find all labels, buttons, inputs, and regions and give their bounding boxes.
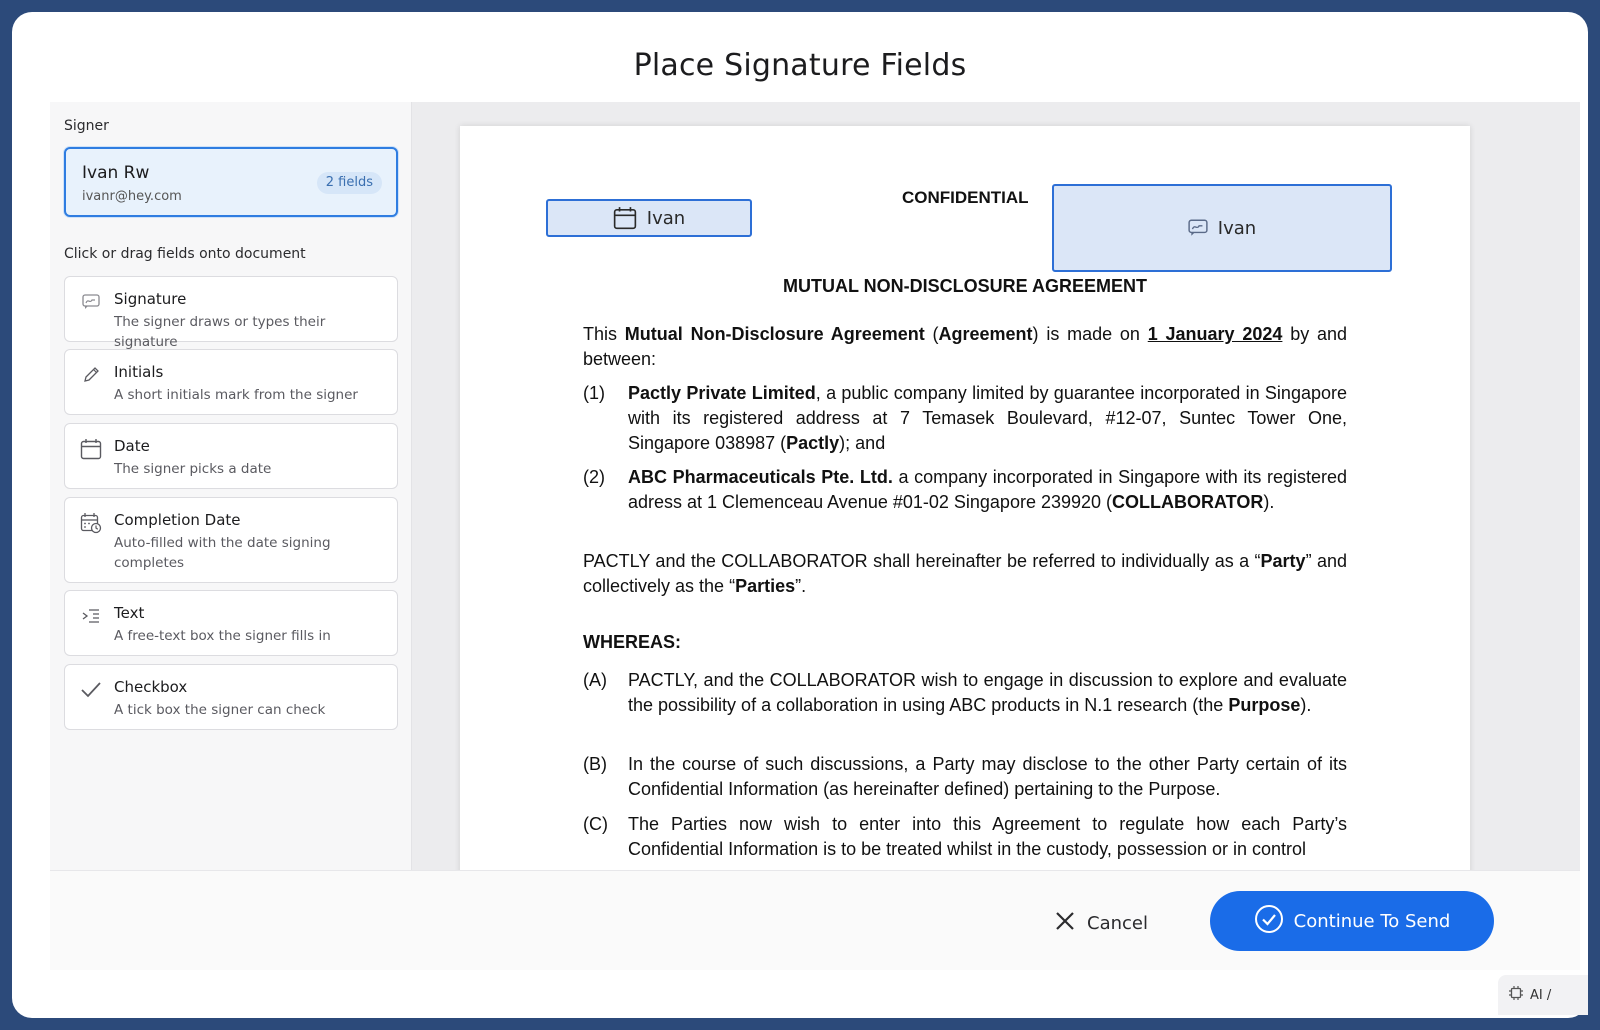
recital-c: (C) The Parties now wish to enter into t… — [583, 814, 1347, 859]
field-checkbox[interactable]: Checkbox A tick box the signer can check — [64, 664, 398, 730]
field-text[interactable]: Text A free-text box the signer fills in — [64, 590, 398, 656]
signer-email: ivanr@hey.com — [82, 189, 182, 204]
calendar-icon — [79, 437, 103, 461]
document-page[interactable]: Ivan CONFIDENTIAL Ivan MUTUAL NON-DISCLO… — [460, 126, 1470, 870]
recital-b: (B) In the course of such discussions, a… — [583, 754, 1347, 799]
parties-paragraph: PACTLY and the COLLABORATOR shall herein… — [583, 551, 1347, 596]
fields-sidebar: Signer Ivan Rw ivanr@hey.com 2 fields Cl… — [50, 102, 412, 870]
field-name: Signature — [114, 290, 187, 308]
modal-title: Place Signature Fields — [633, 48, 967, 83]
field-name: Text — [114, 604, 145, 622]
workarea: Signer Ivan Rw ivanr@hey.com 2 fields Cl… — [50, 102, 1580, 870]
agreement-title: MUTUAL NON-DISCLOSURE AGREEMENT — [783, 276, 1147, 296]
field-name: Completion Date — [114, 511, 241, 529]
field-name: Date — [114, 437, 150, 455]
signer-card[interactable]: Ivan Rw ivanr@hey.com 2 fields — [64, 147, 398, 217]
place-signature-modal: Place Signature Fields Signer Ivan Rw iv… — [12, 12, 1588, 1018]
intro-paragraph: This Mutual Non-Disclosure Agreement (Ag… — [583, 324, 1348, 369]
field-desc: Auto-filled with the date signing comple… — [114, 535, 331, 571]
field-initials[interactable]: Initials A short initials mark from the … — [64, 349, 398, 415]
recital-a: (A) PACTLY, and the COLLABORATOR wish to… — [583, 670, 1347, 715]
party-2-clause: (2) ABC Pharmaceuticals Pte. Ltd. a comp… — [583, 467, 1348, 512]
placed-date-field[interactable]: Ivan — [546, 199, 752, 237]
field-name: Checkbox — [114, 678, 188, 696]
pencil-icon — [79, 363, 103, 387]
checkmark-icon — [79, 678, 103, 702]
signer-label: Signer — [64, 118, 109, 134]
calendar-clock-icon — [79, 511, 103, 535]
field-desc: A free-text box the signer fills in — [114, 628, 331, 644]
check-circle-icon — [1254, 904, 1294, 939]
party-1-clause: (1) Pactly Private Limited, a public com… — [583, 383, 1347, 453]
field-completion-date[interactable]: Completion Date Auto-filled with the dat… — [64, 497, 398, 583]
placed-signature-field[interactable]: Ivan — [1052, 184, 1392, 272]
close-icon — [1055, 911, 1087, 936]
modal-footer: Cancel Continue To Send — [50, 870, 1580, 970]
field-desc: The signer picks a date — [114, 461, 272, 477]
ai-label: AI / — [1530, 987, 1552, 1003]
placed-field-label: Ivan — [1217, 217, 1257, 239]
signature-icon — [1188, 219, 1208, 237]
field-date[interactable]: Date The signer picks a date — [64, 423, 398, 489]
continue-to-send-button[interactable]: Continue To Send — [1210, 891, 1494, 951]
field-desc: A short initials mark from the signer — [114, 387, 358, 403]
field-desc: A tick box the signer can check — [114, 702, 326, 718]
calendar-icon — [613, 206, 637, 230]
document-preview[interactable]: Ivan CONFIDENTIAL Ivan MUTUAL NON-DISCLO… — [412, 102, 1580, 870]
cancel-button[interactable]: Cancel — [1055, 905, 1148, 941]
chip-icon — [1508, 985, 1524, 1005]
field-desc: The signer draws or types their signatur… — [114, 314, 326, 350]
continue-label: Continue To Send — [1293, 910, 1451, 932]
field-signature[interactable]: Signature The signer draws or types thei… — [64, 276, 398, 350]
fields-count-badge: 2 fields — [316, 172, 382, 194]
confidential-heading: CONFIDENTIAL — [902, 188, 1029, 207]
signature-icon — [79, 290, 103, 314]
field-name: Initials — [114, 363, 164, 381]
signer-name: Ivan Rw — [82, 163, 150, 183]
ai-assistant-tab[interactable]: AI / — [1498, 975, 1588, 1015]
cancel-label: Cancel — [1087, 912, 1148, 934]
placed-field-label: Ivan — [646, 207, 686, 229]
text-lines-icon — [79, 604, 103, 628]
fields-instructions: Click or drag fields onto document — [64, 246, 306, 262]
whereas-heading: WHEREAS: — [583, 632, 681, 652]
